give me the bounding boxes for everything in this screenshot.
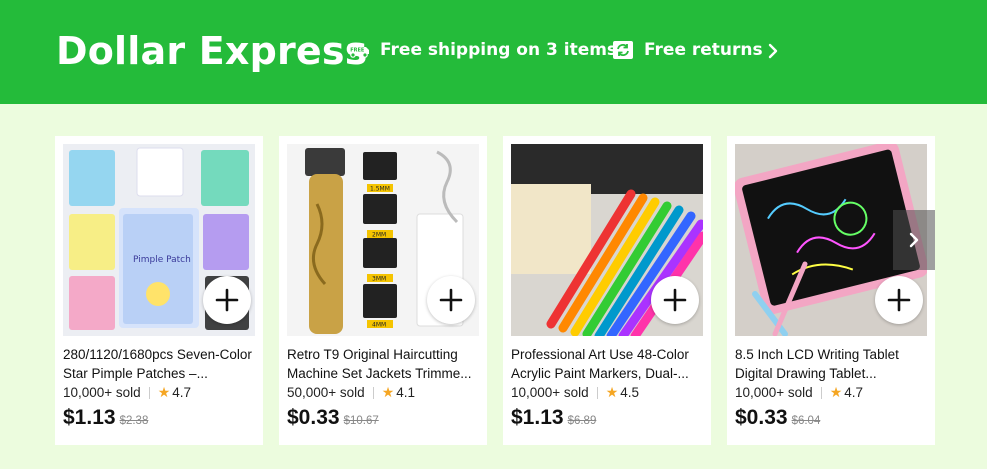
product-title[interactable]: Retro T9 Original Haircutting Machine Se… <box>287 345 481 383</box>
plus-icon <box>887 288 911 312</box>
product-meta: 10,000+ sold ★ 4.7 <box>735 384 863 401</box>
returns-icon <box>612 41 634 59</box>
product-card[interactable]: 8.5 Inch LCD Writing Tablet Digital Draw… <box>727 136 935 445</box>
guide-label: 4MM <box>372 322 386 329</box>
sold-count: 50,000+ sold <box>287 385 365 400</box>
sold-count: 10,000+ sold <box>63 385 141 400</box>
original-price: $10.67 <box>343 415 379 427</box>
guide-label: 3MM <box>372 276 386 283</box>
truck-icon: FREE <box>348 41 370 59</box>
divider <box>372 386 374 399</box>
add-to-cart-button[interactable] <box>875 276 923 324</box>
product-meta: 10,000+ sold ★ 4.5 <box>511 384 639 401</box>
free-returns-perk[interactable]: Free returns <box>612 40 763 60</box>
chevron-right-icon[interactable] <box>764 41 782 61</box>
product-title[interactable]: 280/1120/1680pcs Seven-Color Star Pimple… <box>63 345 257 383</box>
plus-icon <box>215 288 239 312</box>
svg-text:FREE: FREE <box>350 48 365 54</box>
free-shipping-perk[interactable]: FREE Free shipping on 3 items <box>348 40 617 60</box>
product-meta: 10,000+ sold ★ 4.7 <box>63 384 191 401</box>
add-to-cart-button[interactable] <box>651 276 699 324</box>
price-row: $1.13 $6.89 <box>511 406 596 430</box>
plus-icon <box>439 288 463 312</box>
sold-count: 10,000+ sold <box>511 385 589 400</box>
add-to-cart-button[interactable] <box>427 276 475 324</box>
sold-count: 10,000+ sold <box>735 385 813 400</box>
rating: 4.5 <box>620 385 640 400</box>
product-meta: 50,000+ sold ★ 4.1 <box>287 384 415 401</box>
rating: 4.7 <box>844 385 864 400</box>
divider <box>820 386 822 399</box>
price: $0.33 <box>287 406 340 429</box>
price: $1.13 <box>63 406 116 429</box>
divider <box>596 386 598 399</box>
product-card[interactable]: Pimple Patch 280/1120/1680pcs Seven-Colo… <box>55 136 263 445</box>
chevron-right-icon <box>909 232 919 248</box>
price-row: $1.13 $2.38 <box>63 406 148 430</box>
free-returns-text: Free returns <box>644 40 763 60</box>
price: $1.13 <box>511 406 564 429</box>
price-row: $0.33 $6.04 <box>735 406 820 430</box>
star-icon: ★ <box>605 384 619 400</box>
package-label: Pimple Patch <box>133 255 191 265</box>
free-shipping-text: Free shipping on 3 items <box>380 40 618 60</box>
rating: 4.1 <box>396 385 416 400</box>
guide-label: 1.5MM <box>370 186 390 193</box>
star-icon: ★ <box>829 384 843 400</box>
product-card[interactable]: 1.5MM 2MM 3MM 4MM Retro T9 Original Hair… <box>279 136 487 445</box>
plus-icon <box>663 288 687 312</box>
rating: 4.7 <box>172 385 192 400</box>
product-card[interactable]: Professional Art Use 48-Color Acrylic Pa… <box>503 136 711 445</box>
guide-label: 2MM <box>372 232 386 239</box>
star-icon: ★ <box>157 384 171 400</box>
promo-header: Dollar Express FREE Free shipping on 3 i… <box>0 0 987 104</box>
original-price: $2.38 <box>119 415 149 427</box>
original-price: $6.89 <box>567 415 597 427</box>
product-title[interactable]: 8.5 Inch LCD Writing Tablet Digital Draw… <box>735 345 929 383</box>
carousel-next-button[interactable] <box>893 210 935 270</box>
divider <box>148 386 150 399</box>
product-title[interactable]: Professional Art Use 48-Color Acrylic Pa… <box>511 345 705 383</box>
price-row: $0.33 $10.67 <box>287 406 379 430</box>
original-price: $6.04 <box>791 415 821 427</box>
add-to-cart-button[interactable] <box>203 276 251 324</box>
price: $0.33 <box>735 406 788 429</box>
star-icon: ★ <box>381 384 395 400</box>
brand-title: Dollar Express <box>56 29 368 73</box>
